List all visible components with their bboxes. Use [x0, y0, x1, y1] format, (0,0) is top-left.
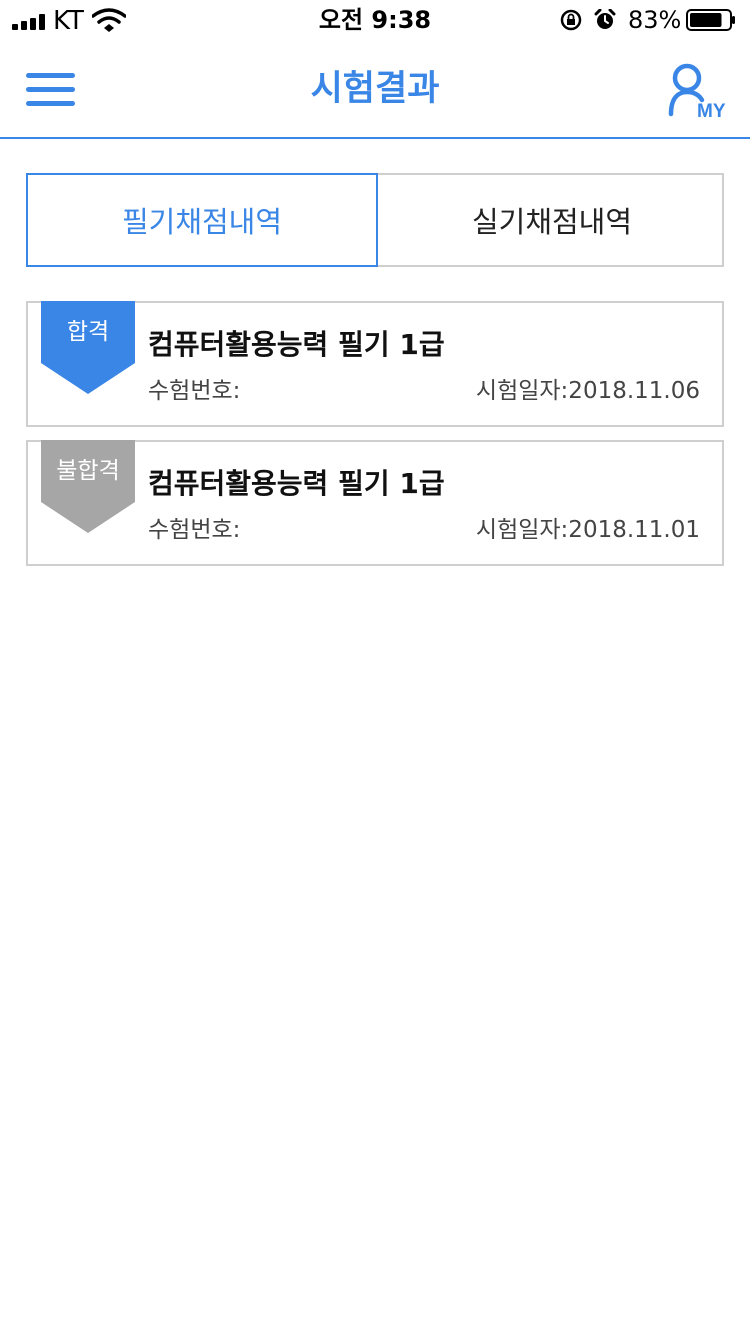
- alarm-icon: [594, 9, 616, 29]
- status-badge: 불합격: [56, 458, 120, 484]
- tab-written[interactable]: 필기채점내역: [26, 173, 378, 267]
- exam-number-label: 수험번호:: [148, 378, 241, 404]
- my-profile-icon[interactable]: MY: [664, 62, 732, 120]
- exam-date: 시험일자:2018.11.01: [475, 517, 700, 543]
- exam-date: 시험일자:2018.11.06: [475, 378, 700, 404]
- exam-title: 컴퓨터활용능력 필기 1급: [148, 467, 445, 500]
- page-title: 시험결과: [310, 69, 440, 109]
- result-type-tabs: 필기채점내역 실기채점내역: [26, 173, 724, 267]
- tab-practical[interactable]: 실기채점내역: [378, 173, 726, 267]
- result-card[interactable]: 불합격 컴퓨터활용능력 필기 1급 수험번호: 시험일자:2018.11.01: [26, 440, 724, 566]
- result-card[interactable]: 합격 컴퓨터활용능력 필기 1급 수험번호: 시험일자:2018.11.06: [26, 301, 724, 427]
- battery-percent: 83%: [628, 6, 682, 34]
- battery-icon: [686, 9, 735, 31]
- exam-number-label: 수험번호:: [148, 517, 241, 543]
- exam-title: 컴퓨터활용능력 필기 1급: [148, 328, 445, 361]
- nav-bar: 시험결과 MY: [0, 40, 750, 139]
- rotation-lock-icon: [560, 9, 582, 31]
- my-label: MY: [697, 101, 726, 120]
- status-bar: KT 오전 9:38 83%: [0, 0, 750, 40]
- status-badge: 합격: [66, 319, 110, 345]
